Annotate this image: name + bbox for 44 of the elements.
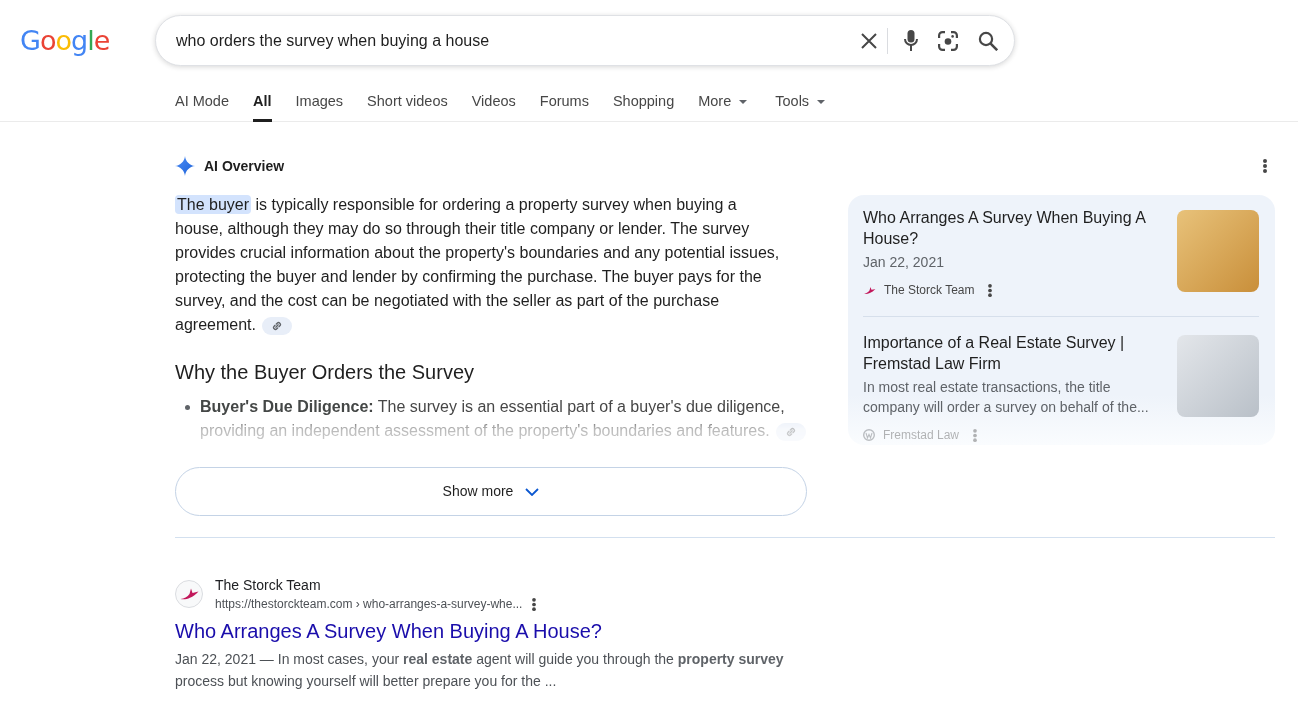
camera-icon[interactable]: [938, 30, 958, 51]
overview-paragraph: The buyer is typically responsible for ordering a property survey when buying a house, although they may do so through their title company or lender. The survey provides crucial information about the property's boundaries and any potential issues, protecting the buyer and lender by confirming the purchase. The buyer pays for the survey, and the cost can be negotiated with the seller as part of the purchase agreement.: [175, 194, 781, 337]
citation-button[interactable]: [261, 316, 292, 335]
logo[interactable]: Google: [20, 24, 110, 56]
more-options-icon[interactable]: [1263, 159, 1267, 173]
source-snippet: In most real estate transactions, the title company will order a survey on behalf of the...: [863, 378, 1150, 417]
source-site-name: The Storck Team: [884, 282, 975, 299]
section-title: AI Overview: [204, 156, 285, 176]
link-icon: [785, 426, 796, 437]
section-heading: Why the Buyer Orders the Survey: [175, 360, 475, 385]
search-icon[interactable]: [978, 30, 998, 51]
search-tab[interactable]: Forums: [539, 81, 589, 122]
search-input[interactable]: who orders the survey when buying a house: [176, 30, 861, 51]
show-more-button[interactable]: Show more: [175, 467, 807, 516]
clear-icon[interactable]: [861, 32, 877, 49]
source-date: Jan 22, 2021: [863, 253, 945, 272]
search-tab[interactable]: Videos: [471, 81, 516, 122]
bird-logo-icon[interactable]: [175, 580, 203, 608]
link-icon: [271, 320, 282, 331]
search-tab[interactable]: All: [253, 81, 272, 122]
source-title-link[interactable]: Who Arranges A Survey When Buying A House?: [863, 207, 1161, 249]
site-name: The Storck Team: [215, 576, 322, 595]
search-bar[interactable]: who orders the survey when buying a house: [155, 15, 1015, 66]
more-options-icon[interactable]: [532, 597, 537, 611]
bullet-icon: [185, 405, 190, 410]
result-url: https://thestorckteam.com › who-arranges-a-survey-whe...: [215, 596, 523, 613]
search-tab[interactable]: More: [698, 81, 748, 122]
more-options-icon[interactable]: [988, 283, 993, 297]
source-site-name: Fremstad Law: [883, 427, 960, 444]
search-tab[interactable]: Short videos: [367, 81, 448, 122]
circle-logo-icon: [863, 429, 875, 441]
search-tab[interactable]: AI Mode: [175, 81, 229, 122]
source-title-link[interactable]: Importance of a Real Estate Survey | Fremstad Law Firm: [863, 332, 1161, 374]
sparkle-icon: [175, 156, 195, 176]
search-tab[interactable]: Shopping: [612, 81, 675, 122]
search-tab[interactable]: Tools: [775, 81, 826, 122]
microphone-icon[interactable]: [904, 30, 918, 51]
result-snippet: Jan 22, 2021 — In most cases, your real estate agent will guide you through the property survey process but knowing yourself will better prepare you for the ...: [175, 650, 785, 691]
bird-icon: [863, 285, 876, 295]
caret-icon: [739, 99, 748, 104]
result-title-link[interactable]: Who Arranges A Survey When Buying A House?: [175, 618, 602, 644]
caret-icon: [817, 99, 826, 104]
search-tab[interactable]: Images: [295, 81, 344, 122]
chevron-down-icon: [525, 487, 540, 496]
